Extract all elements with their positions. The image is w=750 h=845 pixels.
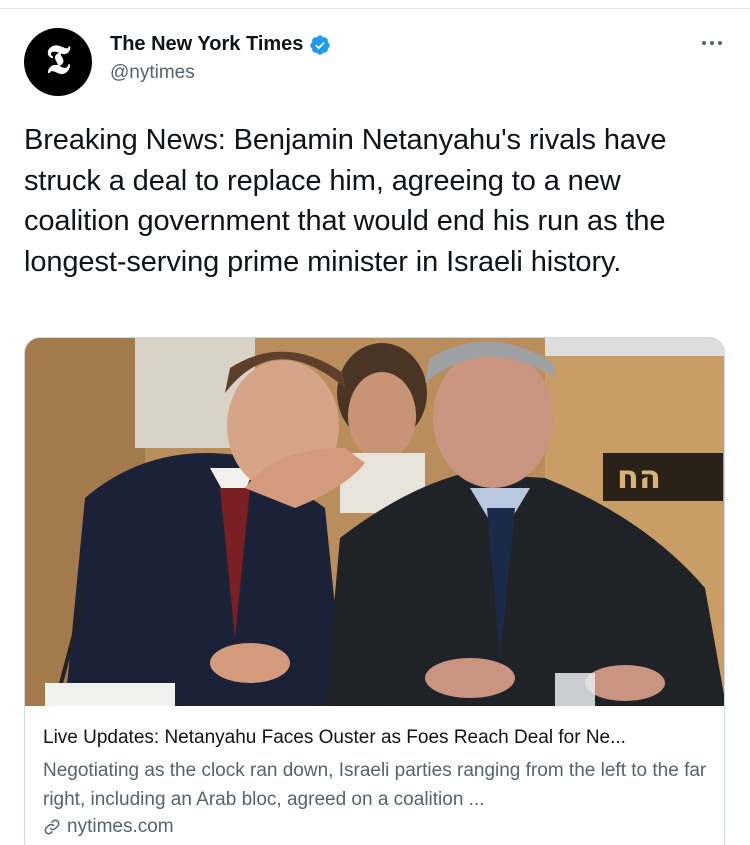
author-handle[interactable]: @nytimes [110, 62, 195, 84]
top-divider [0, 8, 750, 9]
author-avatar[interactable]: 𝕿 [24, 28, 92, 96]
card-description: Negotiating as the clock ran down, Israe… [43, 760, 707, 810]
card-domain-row[interactable]: nytimes.com [43, 816, 174, 838]
verified-icon [310, 34, 331, 55]
dot [710, 41, 714, 45]
nyt-logo-icon: 𝕿 [45, 36, 71, 83]
author-name-row[interactable]: The New York Times [110, 33, 331, 56]
link-card[interactable]: הח Live Updates: Netanyahu Faces Ouster [24, 337, 725, 845]
card-domain[interactable]: nytimes.com [67, 816, 174, 838]
sign-text: הח [617, 458, 661, 496]
card-title[interactable]: Live Updates: Netanyahu Faces Ouster as … [43, 727, 708, 749]
author-display-name[interactable]: The New York Times [110, 33, 303, 56]
card-photo[interactable]: הח [25, 338, 725, 706]
more-options-icon[interactable] [702, 36, 724, 50]
dot [718, 41, 722, 45]
link-icon [44, 819, 60, 835]
dot [702, 41, 706, 45]
tweet-text: Breaking News: Benjamin Netanyahu's riva… [24, 124, 667, 278]
